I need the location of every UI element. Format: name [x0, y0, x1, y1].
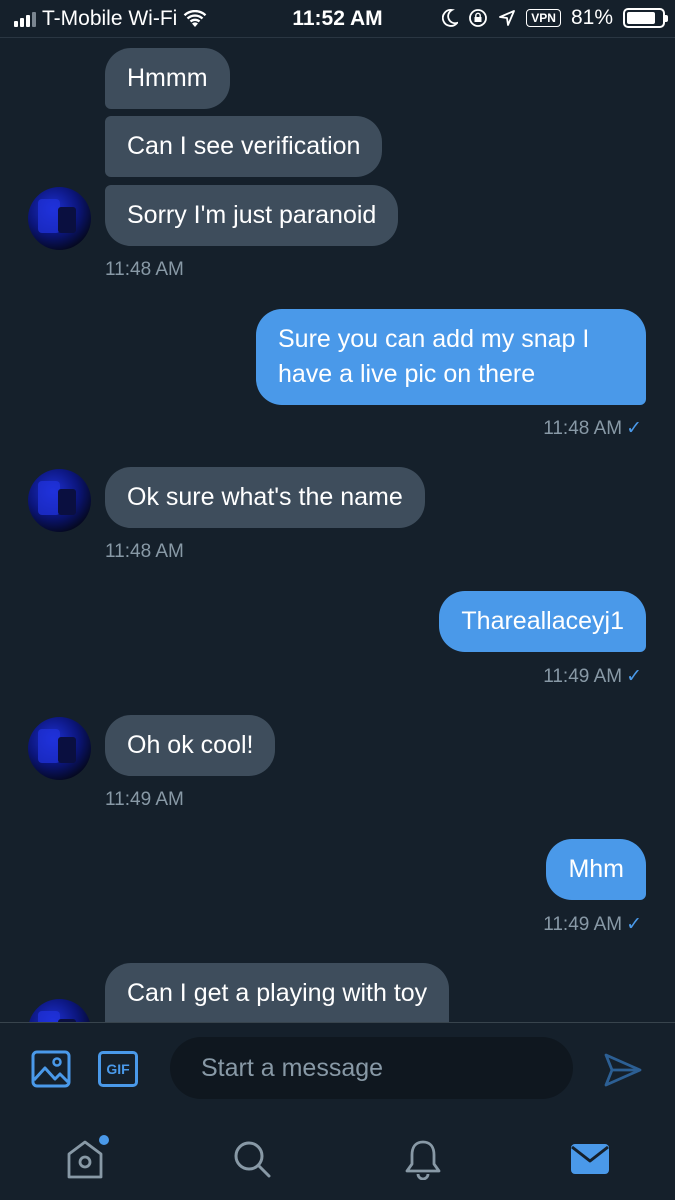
send-button[interactable]	[600, 1049, 646, 1091]
timestamp-text: 11:48 AM	[105, 541, 184, 562]
read-check-icon: ✓	[626, 914, 642, 935]
read-check-icon: ✓	[626, 418, 642, 439]
sender-avatar[interactable]	[28, 187, 91, 250]
mail-icon	[571, 1144, 609, 1174]
outgoing-message[interactable]: Mhm	[546, 839, 646, 900]
outgoing-message[interactable]: Sure you can add my snap I have a live p…	[256, 309, 646, 405]
tab-notifications[interactable]	[393, 1129, 453, 1189]
location-icon	[499, 10, 516, 26]
image-icon	[31, 1050, 71, 1088]
timestamp-text: 11:48 AM	[105, 259, 184, 280]
gif-button[interactable]: GIF	[98, 1051, 138, 1087]
sender-avatar[interactable]	[28, 717, 91, 780]
vpn-badge: VPN	[526, 9, 561, 27]
notification-dot	[99, 1135, 109, 1145]
moon-icon	[442, 9, 459, 27]
message-timestamp: 11:48 AM	[105, 259, 184, 281]
dm-conversation-screen: T-Mobile Wi-Fi 11:52 AM VPN 81% Hmmm Can…	[0, 0, 675, 1200]
send-icon	[604, 1053, 642, 1087]
bottom-tab-bar	[0, 1117, 675, 1200]
battery-icon	[623, 8, 668, 28]
incoming-message[interactable]: Hmmm	[105, 48, 230, 109]
tab-search[interactable]	[222, 1129, 282, 1189]
add-photo-button[interactable]	[30, 1049, 72, 1089]
message-list[interactable]: Hmmm Can I see verification Sorry I'm ju…	[0, 39, 675, 1022]
message-timestamp: 11:49 AM	[105, 789, 184, 811]
outgoing-message[interactable]: Thareallaceyj1	[439, 591, 646, 652]
read-check-icon: ✓	[626, 666, 642, 687]
timestamp-text: 11:49 AM	[543, 914, 623, 935]
sender-avatar[interactable]	[28, 469, 91, 532]
status-bar: T-Mobile Wi-Fi 11:52 AM VPN 81%	[0, 0, 675, 38]
battery-percent: 81%	[570, 6, 613, 29]
battery-level-fill	[627, 12, 655, 24]
sender-avatar[interactable]	[28, 999, 91, 1022]
message-input[interactable]	[170, 1037, 573, 1099]
search-icon	[234, 1141, 271, 1178]
status-bar-right: VPN 81%	[442, 6, 668, 30]
message-timestamp: 11:48 AM ✓	[543, 417, 642, 440]
incoming-message[interactable]: Sorry I'm just paranoid	[105, 185, 399, 246]
home-icon	[67, 1140, 103, 1179]
message-timestamp: 11:49 AM ✓	[543, 665, 642, 688]
message-timestamp: 11:49 AM ✓	[543, 913, 642, 936]
tab-home[interactable]	[55, 1129, 115, 1189]
bell-icon	[405, 1140, 441, 1180]
message-timestamp: 11:48 AM	[105, 541, 184, 563]
tab-messages[interactable]	[560, 1129, 620, 1189]
incoming-message[interactable]: Can I see verification	[105, 116, 383, 177]
incoming-message[interactable]: Ok sure what's the name	[105, 467, 425, 528]
rotation-lock-icon	[469, 9, 488, 27]
timestamp-text: 11:49 AM	[543, 666, 623, 687]
message-composer: GIF	[0, 1022, 675, 1117]
timestamp-text: 11:48 AM	[543, 418, 623, 439]
incoming-message[interactable]: Oh ok cool!	[105, 715, 276, 776]
gif-label: GIF	[106, 1061, 130, 1077]
incoming-message[interactable]: Can I get a playing with toy	[105, 963, 450, 1022]
timestamp-text: 11:49 AM	[105, 789, 184, 810]
